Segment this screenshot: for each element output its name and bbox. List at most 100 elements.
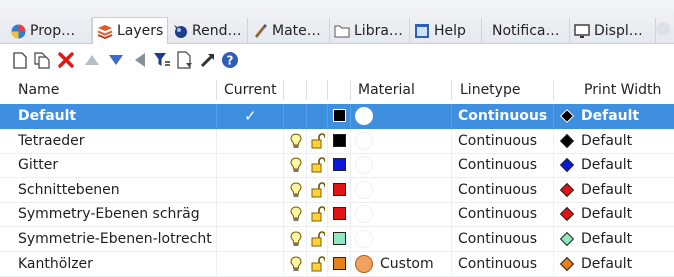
column-divider[interactable] <box>216 80 217 100</box>
print-color-diamond-icon[interactable] <box>559 157 575 173</box>
column-divider[interactable] <box>283 80 284 100</box>
grid-line <box>216 104 217 128</box>
layer-row[interactable]: Symmetrie-Ebenen-lotrecht Continuous Defau… <box>0 227 674 252</box>
layer-linetype[interactable]: Continuous <box>458 202 537 226</box>
layer-name[interactable]: Symmetrie-Ebenen-lotrecht <box>18 227 212 251</box>
layer-row[interactable]: Symmetry-Ebenen schräg Continuous Default <box>0 202 674 227</box>
column-divider[interactable] <box>327 80 328 100</box>
layer-row[interactable]: Schnittebenen Continuous Default <box>0 178 674 203</box>
column-header-linetype[interactable]: Linetype <box>460 76 520 104</box>
unlocked-padlock-icon[interactable] <box>311 133 326 149</box>
delete-icon[interactable] <box>56 50 76 70</box>
layer-states-icon[interactable] <box>198 50 218 70</box>
layer-name[interactable]: Symmetry-Ebenen schräg <box>18 202 200 226</box>
layer-linetype[interactable]: Continuous <box>458 129 537 153</box>
column-divider[interactable] <box>553 80 554 100</box>
tab-display[interactable]: Displ… <box>570 18 656 44</box>
move-down-icon[interactable] <box>106 50 126 70</box>
visible-lightbulb-icon[interactable] <box>289 256 303 272</box>
column-divider[interactable] <box>451 80 452 100</box>
layer-color-swatch[interactable] <box>333 207 346 220</box>
layer-linetype[interactable]: Continuous <box>458 252 537 276</box>
visible-lightbulb-icon[interactable] <box>289 231 303 247</box>
layer-name[interactable]: Tetraeder <box>18 129 84 153</box>
layer-color-swatch[interactable] <box>333 257 346 270</box>
layer-name[interactable]: Kanthölzer <box>18 252 93 276</box>
layer-tools-icon[interactable] <box>175 50 195 70</box>
material-sphere-icon[interactable] <box>355 181 373 199</box>
layer-name[interactable]: Default <box>18 104 76 128</box>
grid-line <box>451 104 452 128</box>
tab-help[interactable]: Help <box>410 18 482 44</box>
layer-row[interactable]: Default ✓ Continuous Default <box>0 104 674 129</box>
print-width-value[interactable]: Default <box>581 104 639 128</box>
print-width-value[interactable]: Default <box>581 129 632 153</box>
layer-name[interactable]: Schnittebenen <box>18 178 120 202</box>
print-width-value[interactable]: Default <box>581 202 632 226</box>
print-width-value[interactable]: Default <box>581 227 632 251</box>
print-color-diamond-icon[interactable] <box>559 256 575 272</box>
unlocked-padlock-icon[interactable] <box>311 231 326 247</box>
column-header-name[interactable]: Name <box>18 76 59 104</box>
layer-linetype[interactable]: Continuous <box>458 178 537 202</box>
more-tabs-icon[interactable] <box>656 22 670 36</box>
print-color-diamond-icon[interactable] <box>559 182 575 198</box>
tab-notifications[interactable]: Notifica… <box>482 18 570 44</box>
material-name[interactable]: Custom <box>380 252 434 276</box>
visible-lightbulb-icon[interactable] <box>289 133 303 149</box>
column-header-material[interactable]: Material <box>358 76 415 104</box>
print-color-diamond-icon[interactable] <box>559 108 575 124</box>
material-sphere-icon[interactable] <box>355 156 373 174</box>
column-divider[interactable] <box>350 80 351 100</box>
print-color-diamond-icon[interactable] <box>559 231 575 247</box>
column-header-print-width[interactable]: Print Width <box>584 76 661 104</box>
layer-color-swatch[interactable] <box>333 158 346 171</box>
print-color-diamond-icon[interactable] <box>559 133 575 149</box>
move-left-icon[interactable] <box>130 50 150 70</box>
layer-row[interactable]: Tetraeder Continuous Default <box>0 129 674 154</box>
layer-linetype[interactable]: Continuous <box>458 153 537 177</box>
print-color-diamond-icon[interactable] <box>559 206 575 222</box>
move-up-icon[interactable] <box>82 50 102 70</box>
tab-properties[interactable]: Prop… <box>6 18 92 44</box>
layer-linetype[interactable]: Continuous <box>458 104 547 128</box>
visible-lightbulb-icon[interactable] <box>289 182 303 198</box>
print-width-value[interactable]: Default <box>581 153 632 177</box>
column-divider[interactable] <box>306 80 307 100</box>
material-sphere-icon[interactable] <box>355 230 373 248</box>
new-sublayer-icon[interactable] <box>32 50 52 70</box>
layer-color-swatch[interactable] <box>333 183 346 196</box>
print-width-value[interactable]: Default <box>581 178 632 202</box>
tab-rendering[interactable]: Rend… <box>168 18 248 44</box>
help-icon[interactable]: ? <box>220 50 240 70</box>
material-sphere-icon[interactable] <box>355 132 373 150</box>
current-layer-checkmark-icon[interactable]: ✓ <box>244 104 257 128</box>
grid-line <box>283 104 284 128</box>
visible-lightbulb-icon[interactable] <box>289 206 303 222</box>
filter-icon[interactable] <box>152 50 172 70</box>
material-sphere-icon[interactable] <box>355 205 373 223</box>
unlocked-padlock-icon[interactable] <box>311 182 326 198</box>
layer-linetype[interactable]: Continuous <box>458 227 537 251</box>
print-width-value[interactable]: Default <box>581 252 632 276</box>
layer-color-swatch[interactable] <box>333 232 346 245</box>
layer-row[interactable]: Gitter Continuous Default <box>0 153 674 178</box>
unlocked-padlock-icon[interactable] <box>311 157 326 173</box>
layer-name[interactable]: Gitter <box>18 153 58 177</box>
visible-lightbulb-icon[interactable] <box>289 157 303 173</box>
column-header-current[interactable]: Current <box>224 76 277 104</box>
tab-libraries[interactable]: Libra… <box>330 18 410 44</box>
tab-layers[interactable]: Layers <box>92 17 168 44</box>
tab-label: Layers <box>117 23 164 39</box>
layer-row[interactable]: Kanthölzer Custom Continuous Default <box>0 252 674 277</box>
material-sphere-icon[interactable] <box>355 255 373 273</box>
layer-color-swatch[interactable] <box>333 109 346 122</box>
unlocked-padlock-icon[interactable] <box>311 206 326 222</box>
new-layer-icon[interactable] <box>10 50 30 70</box>
tab-materials[interactable]: Mate… <box>248 18 330 44</box>
tab-label: Displ… <box>594 23 643 39</box>
layer-color-swatch[interactable] <box>333 134 346 147</box>
material-sphere-icon[interactable] <box>355 107 373 125</box>
unlocked-padlock-icon[interactable] <box>311 256 326 272</box>
grid-line <box>451 129 452 153</box>
